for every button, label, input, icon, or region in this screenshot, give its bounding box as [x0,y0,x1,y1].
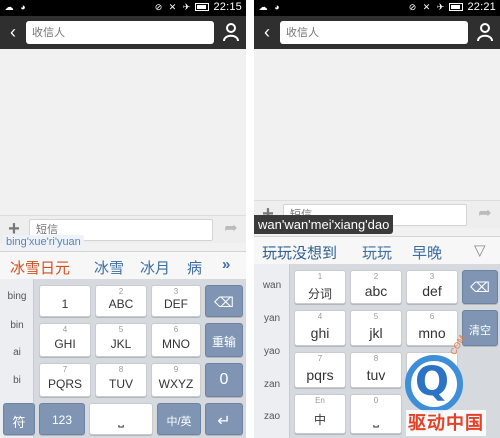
chevron-left-icon: ‹ [10,22,16,42]
key-7[interactable]: 7 pqrs [294,352,346,388]
key-7[interactable]: 7 PQRS [39,363,91,397]
space-key[interactable]: ⎵ [89,403,153,435]
language-switch-key[interactable]: 中/英 [157,403,201,435]
cat-icon: ◕ [274,2,280,12]
composing-text: bing'xue'ri'yuan [3,235,84,249]
candidate-item[interactable]: 玩玩 [362,242,392,263]
mute-icon: ✕ [168,2,177,12]
contact-button[interactable] [476,22,494,42]
recipient-input[interactable] [280,21,468,44]
space-icon: ⎵ [373,411,379,427]
cat-icon: ◕ [20,2,26,12]
person-icon [477,23,493,42]
pinyin-option[interactable]: bi [0,375,34,386]
key-4[interactable]: 4 ghi [294,310,346,346]
send-button[interactable]: ➦ [222,220,240,238]
pinyin-option[interactable]: bing [0,291,34,302]
watermark-text: 驱动中国 [406,410,486,436]
battery-icon [449,3,464,11]
key-3[interactable]: 3 def [406,270,458,304]
pinyin-option[interactable]: zan [254,379,290,390]
key-3[interactable]: 3 DEF [151,285,201,317]
backspace-icon: ⌫ [470,279,490,295]
send-arrow-icon: ➦ [478,205,492,222]
screenshot-right: ☁ ◕ ⊘ ✕ ✈ 22:21 ‹ + ➦ wa [254,0,500,438]
symbol-key[interactable]: 符 [3,403,35,435]
no-signal-icon: ⊘ [154,2,163,12]
composing-text: wan'wan'mei'xiang'dao [254,215,394,234]
enter-key[interactable]: ↵ [205,403,243,435]
keyboard: bing bin ai bi 1 2 ABC 3 DEF ⌫ 4 GHI 5 J… [0,279,246,438]
watermark-logo: Q [405,355,463,413]
key-2[interactable]: 2 abc [350,270,402,304]
clock: 22:21 [467,1,496,13]
send-arrow-icon: ➦ [224,220,238,237]
key-5[interactable]: 5 jkl [350,310,402,346]
clear-key[interactable]: 清空 [462,310,498,346]
back-button[interactable]: ‹ [258,22,276,42]
screenshot-left: ☁ ◕ ⊘ ✕ ✈ 22:15 ‹ + ➦ bi [0,0,246,438]
message-area [0,49,246,215]
pinyin-list: wan yan yao zan zao [254,264,290,438]
expand-candidates-button[interactable]: ▽ [474,241,486,259]
airplane-icon: ✈ [436,2,445,12]
candidate-item[interactable]: 冰月 [140,257,170,278]
send-button[interactable]: ➦ [476,205,494,223]
more-candidates-button[interactable]: » [222,256,230,273]
person-icon [223,23,239,42]
chevron-left-icon: ‹ [264,22,270,42]
status-bar: ☁ ◕ ⊘ ✕ ✈ 22:21 [254,0,500,16]
candidate-item[interactable]: 病 [187,257,202,278]
clock: 22:15 [213,1,242,13]
message-area [254,49,500,200]
key-1[interactable]: 1 [39,285,91,317]
recipient-bar: ‹ [254,16,500,49]
backspace-key[interactable]: ⌫ [205,285,243,317]
backspace-icon: ⌫ [214,294,234,310]
candidate-item[interactable]: 冰雪 [94,257,124,278]
pinyin-option[interactable]: wan [254,280,290,291]
cloud-icon: ☁ [4,2,14,12]
candidate-item[interactable]: 早晚 [412,242,442,263]
key-1[interactable]: 1 分词 [294,270,346,304]
key-5[interactable]: 5 JKL [95,323,147,357]
pinyin-option[interactable]: yao [254,346,290,357]
recipient-input[interactable] [26,21,214,44]
back-button[interactable]: ‹ [4,22,22,42]
candidate-item[interactable]: 冰雪日元 [10,257,70,278]
reenter-key[interactable]: 重输 [205,323,243,357]
candidate-item[interactable]: 玩玩没想到 [262,242,337,263]
key-8[interactable]: 8 tuv [350,352,402,388]
key-4[interactable]: 4 GHI [39,323,91,357]
candidate-bar: 玩玩没想到 玩玩 早晚 ▽ [254,236,500,264]
pinyin-option[interactable]: zao [254,411,290,422]
key-6[interactable]: 6 MNO [151,323,201,357]
cloud-icon: ☁ [258,2,268,12]
contact-button[interactable] [222,22,240,42]
airplane-icon: ✈ [182,2,191,12]
enter-icon: ↵ [217,413,231,430]
space-icon: ⎵ [118,411,124,427]
number-mode-key[interactable]: 123 [39,403,85,435]
key-2[interactable]: 2 ABC [95,285,147,317]
pinyin-option[interactable]: bin [0,320,34,331]
pinyin-option[interactable]: yan [254,313,290,324]
status-bar: ☁ ◕ ⊘ ✕ ✈ 22:15 [0,0,246,16]
key-0[interactable]: 0 ⎵ [350,394,402,434]
recipient-bar: ‹ [0,16,246,49]
battery-icon [195,3,210,11]
mute-icon: ✕ [422,2,431,12]
no-signal-icon: ⊘ [408,2,417,12]
key-8[interactable]: 8 TUV [95,363,147,397]
chinese-mode-key[interactable]: En 中 [294,394,346,434]
candidate-bar: 冰雪日元 冰雪 冰月 病 » [0,251,246,279]
pinyin-option[interactable]: ai [0,347,34,358]
zero-key[interactable]: 0 [205,363,243,397]
key-9[interactable]: 9 WXYZ [151,363,201,397]
key-6[interactable]: 6 mno [406,310,458,346]
backspace-key[interactable]: ⌫ [462,270,498,304]
